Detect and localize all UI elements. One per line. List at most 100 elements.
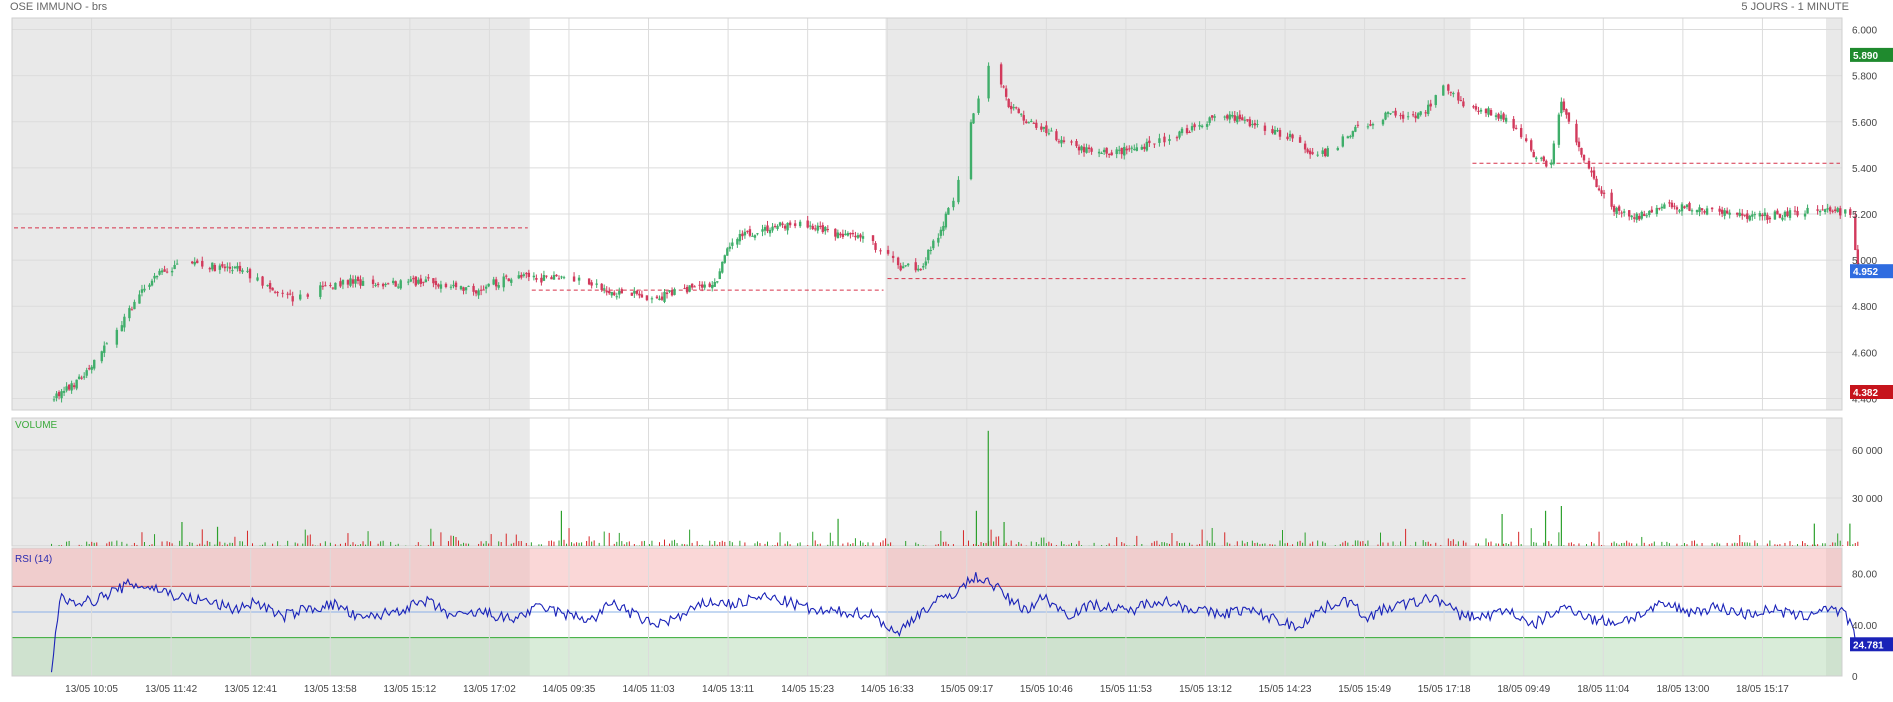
candle: [1577, 141, 1581, 148]
time-tick-label: 15/05 17:18: [1418, 684, 1471, 695]
candle: [407, 281, 410, 283]
candle: [434, 281, 438, 286]
candle: [1354, 126, 1357, 132]
candle: [1788, 210, 1792, 218]
candle: [1816, 209, 1819, 211]
candle: [1080, 146, 1083, 151]
candle: [88, 368, 91, 370]
candle: [248, 269, 252, 279]
candle: [1512, 118, 1515, 129]
candle: [1645, 215, 1648, 217]
candle: [1688, 202, 1691, 211]
candle: [467, 285, 470, 287]
time-tick-label: 13/05 12:41: [224, 684, 277, 695]
candle: [502, 276, 505, 288]
candle: [1243, 119, 1247, 121]
candle: [288, 293, 292, 295]
candle: [1070, 141, 1073, 143]
candle: [1306, 149, 1309, 153]
candle: [115, 329, 119, 345]
candle: [201, 260, 204, 267]
candle: [741, 233, 744, 237]
candle: [1487, 108, 1490, 115]
candle: [1278, 130, 1282, 137]
candle: [226, 266, 229, 268]
candle: [1120, 147, 1123, 155]
candle: [1316, 154, 1319, 156]
time-tick-label: 18/05 13:00: [1656, 684, 1709, 695]
candle: [291, 296, 294, 302]
candle: [1680, 204, 1684, 212]
candle: [738, 233, 742, 242]
candle: [1595, 178, 1598, 188]
price-tick-label: 5.600: [1852, 118, 1877, 129]
candle: [1648, 211, 1651, 216]
time-tick-label: 18/05 15:17: [1736, 684, 1789, 695]
candle: [1685, 204, 1689, 208]
candle: [731, 242, 734, 246]
session-shade-13-05: [12, 418, 530, 546]
candle: [170, 270, 174, 273]
stock-chart[interactable]: 6.0005.8005.6005.4005.2005.0004.8004.600…: [0, 0, 1893, 702]
candle: [223, 266, 227, 269]
candle: [479, 289, 483, 291]
candle: [751, 235, 754, 237]
candle: [655, 296, 659, 299]
rsi-title: RSI (14): [15, 554, 52, 565]
candle: [1612, 205, 1616, 212]
price-tick-label: 5.800: [1852, 72, 1877, 83]
candle: [1185, 128, 1189, 134]
candle: [1781, 217, 1784, 220]
candle: [1087, 147, 1091, 150]
candle: [736, 239, 739, 245]
candle: [341, 279, 345, 285]
candle: [1143, 146, 1146, 149]
time-tick-label: 15/05 14:23: [1259, 684, 1312, 695]
candle: [1004, 88, 1008, 97]
candle: [334, 282, 337, 290]
candle: [1007, 99, 1010, 108]
candle: [1434, 95, 1437, 106]
candle: [238, 265, 242, 272]
candle: [158, 270, 161, 275]
rsi-tick-label: 40.00: [1852, 621, 1877, 632]
candle: [482, 289, 485, 291]
candle: [510, 279, 513, 283]
candle: [1650, 209, 1654, 213]
candle: [1208, 117, 1211, 123]
candle: [1158, 138, 1161, 143]
candle: [75, 379, 78, 389]
candle: [618, 291, 621, 295]
candle: [532, 275, 536, 278]
candle: [1793, 210, 1797, 212]
candle: [861, 236, 865, 239]
candle: [899, 265, 902, 271]
candle: [766, 225, 769, 232]
candle: [1540, 157, 1543, 159]
candle: [374, 284, 377, 286]
candle: [208, 268, 211, 270]
price-tick-label: 4.600: [1852, 348, 1877, 359]
candle: [1828, 207, 1832, 212]
candle: [645, 295, 649, 301]
time-tick-label: 15/05 15:49: [1338, 684, 1391, 695]
candle: [1615, 207, 1618, 215]
candle: [1494, 115, 1498, 117]
candle: [82, 376, 86, 378]
candle: [1213, 116, 1216, 118]
candle: [1273, 129, 1277, 135]
candle: [633, 290, 636, 294]
candle: [522, 274, 526, 276]
candle: [753, 235, 757, 238]
candle: [424, 279, 428, 283]
candle: [1447, 84, 1450, 91]
candle: [1241, 117, 1244, 121]
candle: [1768, 217, 1772, 220]
candle: [193, 261, 196, 265]
candle: [1419, 111, 1422, 115]
candle: [1205, 124, 1209, 127]
candle: [816, 225, 819, 231]
candle: [1236, 116, 1239, 123]
candle: [1271, 129, 1274, 134]
time-tick-label: 15/05 10:46: [1020, 684, 1073, 695]
